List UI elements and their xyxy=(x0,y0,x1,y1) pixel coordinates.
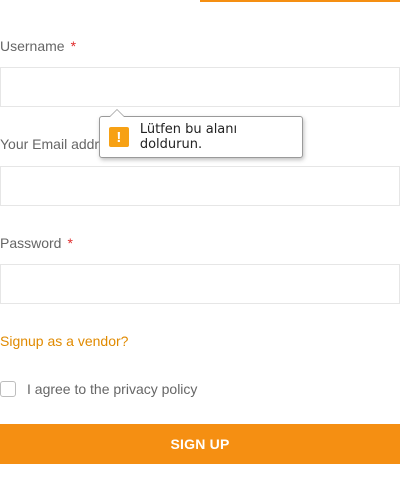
username-label: Username * xyxy=(0,38,76,54)
sign-up-button[interactable]: SIGN UP xyxy=(0,424,400,464)
username-input[interactable] xyxy=(0,67,400,107)
email-input[interactable] xyxy=(0,166,400,206)
password-input[interactable] xyxy=(0,264,400,304)
active-tab-underline xyxy=(200,0,400,2)
privacy-policy-checkbox[interactable] xyxy=(0,381,16,397)
privacy-agree-row: I agree to the privacy policy xyxy=(0,379,197,399)
signup-as-vendor-link[interactable]: Signup as a vendor? xyxy=(0,333,128,349)
required-marker: * xyxy=(70,38,77,54)
validation-message: Lütfen bu alanı doldurun. xyxy=(139,122,238,152)
password-label-text: Password xyxy=(0,235,62,251)
warning-icon: ! xyxy=(109,127,129,147)
username-label-text: Username xyxy=(0,38,65,54)
validation-tooltip: ! Lütfen bu alanı doldurun. xyxy=(99,109,303,158)
password-label: Password * xyxy=(0,235,73,251)
required-marker: * xyxy=(67,235,73,251)
privacy-policy-label[interactable]: I agree to the privacy policy xyxy=(27,381,197,397)
signup-form: Username* Your Email address* Password* … xyxy=(0,0,400,482)
